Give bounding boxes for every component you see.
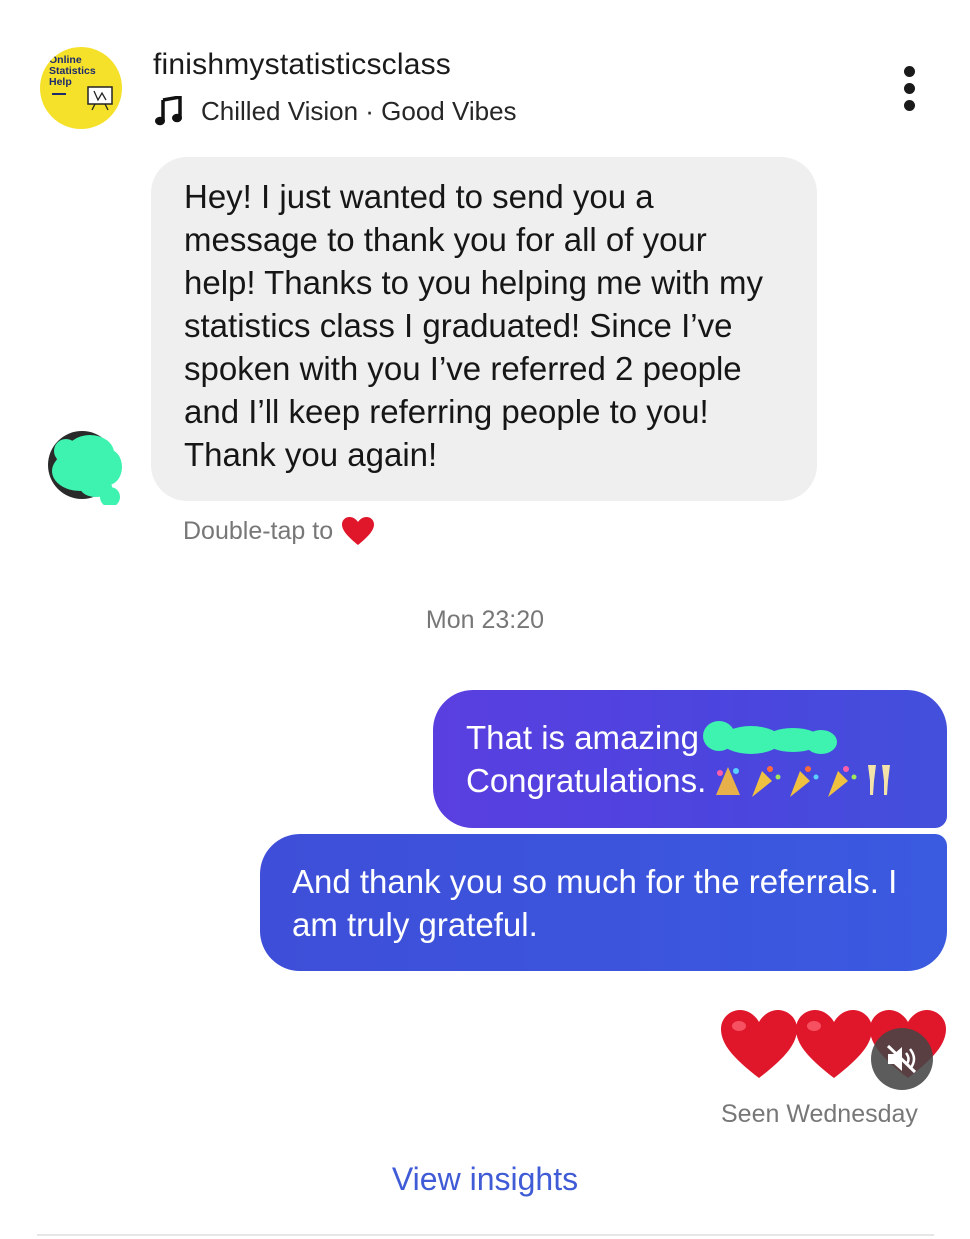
outgoing-message-text: That is amazing [466,719,699,756]
music-label: Chilled Vision · Good Vibes [201,95,517,126]
music-status[interactable]: Chilled Vision · Good Vibes [155,94,517,128]
whiteboard-icon [87,86,113,111]
divider [37,1234,934,1236]
mute-button[interactable] [871,1028,933,1090]
avatar-logo-text: Online Statistics Help [49,55,96,88]
view-insights-link[interactable]: View insights [0,1161,970,1198]
outgoing-message-text: Congratulations. [466,762,707,799]
more-options-icon[interactable] [896,62,924,114]
double-tap-hint: Double-tap to [183,516,375,546]
seen-status: Seen Wednesday [721,1100,918,1128]
message-timestamp: Mon 23:20 [425,606,545,634]
redaction-mark [702,720,837,754]
double-tap-text: Double-tap to [183,516,334,545]
incoming-message-bubble[interactable]: Hey! I just wanted to send you a message… [151,157,817,501]
heart-icon [342,517,375,545]
music-note-icon [155,96,182,126]
profile-avatar[interactable]: Online Statistics Help [40,47,122,129]
outgoing-message-bubble[interactable]: And thank you so much for the referrals.… [260,834,947,971]
heart-reaction-icon [721,1010,797,1078]
party-emoji-icons [716,764,891,797]
incoming-message-text: Hey! I just wanted to send you a message… [184,178,764,473]
sender-avatar[interactable] [46,425,126,505]
outgoing-message-bubble[interactable]: That is amazing Congratulations. [433,690,947,828]
username[interactable]: finishmystatisticsclass [153,48,451,82]
speaker-muted-icon [886,1044,917,1074]
heart-reaction-icon [796,1010,872,1078]
avatar-logo-underline [52,93,66,95]
outgoing-message-text: And thank you so much for the referrals.… [292,863,898,943]
